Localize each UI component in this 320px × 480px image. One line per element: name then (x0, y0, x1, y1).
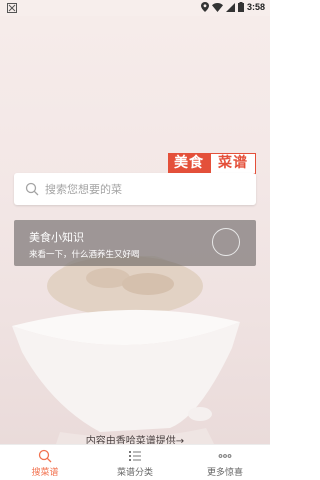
tab-search-recipes[interactable]: 搜菜谱 (0, 445, 90, 480)
app-notification-icon (7, 3, 17, 13)
tab-more-surprises[interactable]: 更多惊喜 (180, 445, 270, 480)
food-tip-card[interactable]: 美食小知识 来看一下，什么酒养生又好喝 (14, 220, 256, 266)
search-icon (25, 182, 39, 196)
bottom-tab-bar: 搜菜谱 菜谱分类 更多惊喜 (0, 444, 270, 480)
tab-recipe-categories[interactable]: 菜谱分类 (90, 445, 180, 480)
more-dots-icon (218, 454, 232, 458)
list-icon (129, 451, 141, 461)
battery-icon (237, 2, 244, 12)
search-bar[interactable]: 搜索您想要的菜 (14, 173, 256, 205)
tip-circle-icon[interactable] (212, 228, 240, 256)
content-credit-link[interactable]: 内容由香哈菜谱提供→ (0, 432, 270, 444)
search-icon (38, 449, 52, 463)
tab-label: 菜谱分类 (116, 468, 153, 478)
app-logo: 美食 菜谱 (168, 153, 256, 174)
tip-title: 美食小知识 (29, 231, 84, 244)
tip-subtitle: 来看一下，什么酒养生又好喝 (29, 250, 140, 260)
logo-part-1: 美食 (168, 153, 210, 174)
status-time: 3:58 (246, 2, 265, 12)
wifi-icon (211, 2, 223, 12)
signal-icon (225, 2, 235, 12)
location-icon (200, 2, 209, 12)
status-bar: 3:58 (0, 0, 270, 16)
tab-label: 更多惊喜 (206, 468, 243, 478)
content-credit-label[interactable]: 内容由香哈菜谱提供→ (86, 436, 184, 444)
search-placeholder[interactable]: 搜索您想要的菜 (45, 181, 122, 197)
tab-label: 搜菜谱 (31, 468, 59, 478)
ice-cream-bowl-image (12, 256, 240, 444)
logo-part-2: 菜谱 (210, 153, 256, 174)
